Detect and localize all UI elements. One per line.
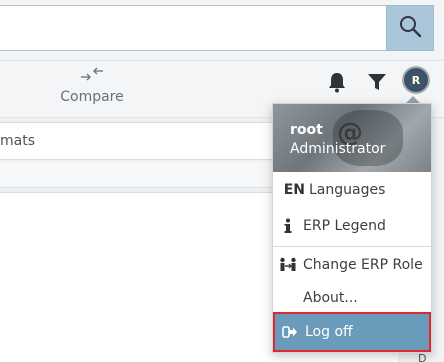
menu-item-label: Change ERP Role	[303, 257, 423, 273]
menu-item-label: About...	[303, 290, 358, 306]
logoff-button[interactable]: Log off	[273, 312, 431, 352]
tab-text: mats	[0, 133, 35, 149]
compare-button[interactable]: Compare	[58, 63, 126, 113]
language-code: EN	[283, 182, 305, 198]
search-input[interactable]	[0, 5, 386, 51]
compare-arrows-icon	[58, 64, 126, 86]
sign-out-icon	[275, 325, 305, 339]
change-role-icon	[273, 257, 303, 273]
menu-item-label: Languages	[309, 182, 386, 198]
menu-item-change-role[interactable]: Change ERP Role	[273, 247, 431, 283]
menu-item-about[interactable]: About...	[273, 280, 431, 316]
notifications-bell-icon[interactable]	[324, 69, 350, 95]
info-icon	[273, 218, 303, 234]
menu-item-label: ERP Legend	[303, 218, 386, 234]
search-icon	[398, 14, 422, 42]
search-button[interactable]	[386, 5, 434, 51]
avatar-initial: R	[411, 73, 421, 87]
user-menu: @ root Administrator EN Languages ERP Le…	[272, 103, 432, 353]
menu-item-languages[interactable]: EN Languages	[273, 172, 431, 208]
menu-item-erp-legend[interactable]: ERP Legend	[273, 208, 431, 244]
user-avatar[interactable]: R	[402, 66, 430, 94]
logoff-label: Log off	[305, 324, 353, 340]
profile-name: root	[290, 122, 323, 138]
search-bar	[0, 0, 444, 60]
profile-role: Administrator	[290, 141, 386, 157]
corner-label: D	[418, 352, 427, 362]
profile-header: @ root Administrator	[273, 104, 431, 172]
compare-label: Compare	[60, 89, 124, 105]
filter-icon[interactable]	[364, 69, 390, 95]
